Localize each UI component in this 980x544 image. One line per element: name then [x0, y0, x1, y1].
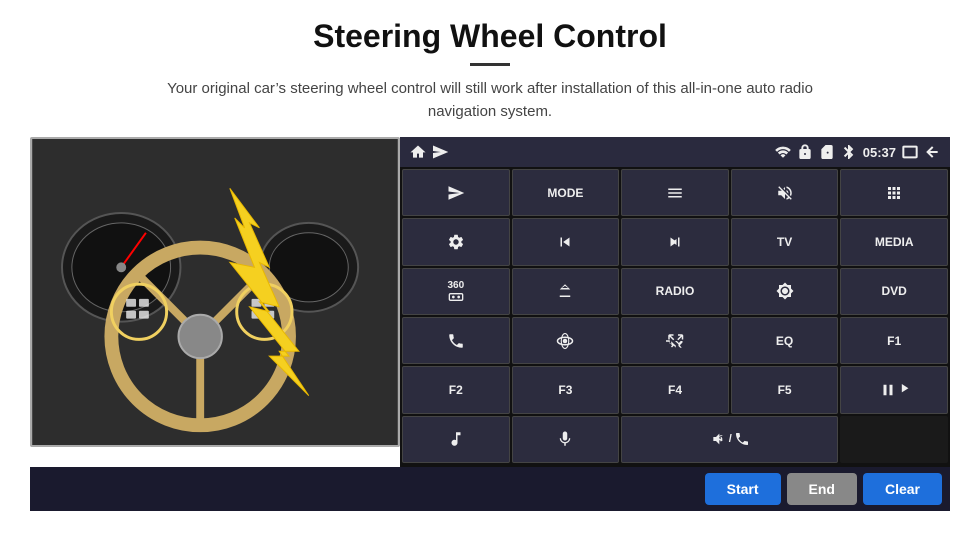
clear-button[interactable]: Clear: [863, 473, 942, 505]
btn-prev[interactable]: [512, 218, 620, 265]
status-bar-right: 05:37: [775, 144, 940, 160]
home-icon: [410, 144, 426, 160]
btn-radio[interactable]: RADIO: [621, 268, 729, 315]
btn-f5[interactable]: F5: [731, 366, 839, 413]
btn-tv[interactable]: TV: [731, 218, 839, 265]
bluetooth-icon: [841, 144, 857, 160]
btn-brightness[interactable]: [731, 268, 839, 315]
radio-panel: 05:37 MODE: [400, 137, 950, 467]
btn-dvd[interactable]: DVD: [840, 268, 948, 315]
btn-f1[interactable]: F1: [840, 317, 948, 364]
status-bar-left: [410, 144, 448, 160]
btn-mode[interactable]: MODE: [512, 169, 620, 216]
btn-phone[interactable]: [402, 317, 510, 364]
btn-eq[interactable]: EQ: [731, 317, 839, 364]
time-display: 05:37: [863, 145, 896, 160]
btn-f2[interactable]: F2: [402, 366, 510, 413]
back-icon: [924, 144, 940, 160]
btn-f3[interactable]: F3: [512, 366, 620, 413]
send-icon: [432, 144, 448, 160]
button-grid: MODE TV: [400, 167, 950, 467]
page-subtitle: Your original car’s steering wheel contr…: [140, 78, 840, 123]
btn-empty-1: [840, 416, 948, 463]
btn-apps[interactable]: [840, 169, 948, 216]
lock-icon: [797, 144, 813, 160]
btn-360[interactable]: 360: [402, 268, 510, 315]
btn-navigate[interactable]: [402, 169, 510, 216]
sim-icon: [819, 144, 835, 160]
btn-orbital[interactable]: [512, 317, 620, 364]
bottom-action-bar: Start End Clear: [30, 467, 950, 511]
btn-music[interactable]: [402, 416, 510, 463]
btn-vol-phone[interactable]: /: [621, 416, 838, 463]
btn-play-pause[interactable]: [840, 366, 948, 413]
btn-media[interactable]: MEDIA: [840, 218, 948, 265]
end-button[interactable]: End: [787, 473, 857, 505]
status-bar: 05:37: [400, 137, 950, 167]
btn-mute[interactable]: [731, 169, 839, 216]
car-image: [30, 137, 400, 447]
btn-eject[interactable]: [512, 268, 620, 315]
btn-list[interactable]: [621, 169, 729, 216]
screen-icon: [902, 144, 918, 160]
start-button[interactable]: Start: [705, 473, 781, 505]
wifi-icon: [775, 144, 791, 160]
btn-f4[interactable]: F4: [621, 366, 729, 413]
title-divider: [470, 63, 510, 66]
main-content: 05:37 MODE: [30, 137, 950, 467]
btn-screen-stretch[interactable]: [621, 317, 729, 364]
btn-next[interactable]: [621, 218, 729, 265]
page-title: Steering Wheel Control: [313, 18, 667, 55]
btn-mic[interactable]: [512, 416, 620, 463]
btn-settings[interactable]: [402, 218, 510, 265]
